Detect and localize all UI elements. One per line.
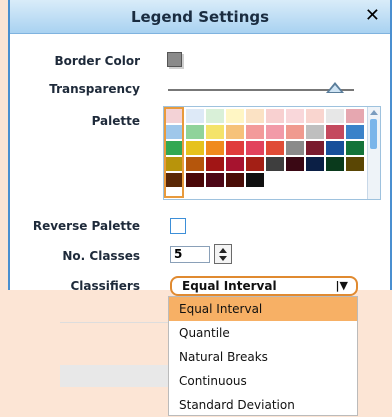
transparency-label: Transparency <box>49 82 140 96</box>
palette-label: Palette <box>91 114 140 128</box>
palette-swatch[interactable] <box>306 141 324 155</box>
palette-swatch[interactable] <box>346 141 364 155</box>
palette-selection-highlight <box>164 107 184 198</box>
palette-scrollbar[interactable] <box>367 107 380 199</box>
dropdown-option-continuous[interactable]: Continuous <box>169 369 357 393</box>
palette-swatch[interactable] <box>226 141 244 155</box>
classifiers-label: Classifiers <box>70 279 140 293</box>
palette-swatch[interactable] <box>246 141 264 155</box>
no-classes-label: No. Classes <box>62 249 140 263</box>
background-divider <box>60 322 180 323</box>
background-band <box>60 365 180 387</box>
dropdown-option-equal-interval[interactable]: Equal Interval <box>169 297 357 321</box>
palette-swatch[interactable] <box>346 125 364 139</box>
dropdown-option-standard-deviation[interactable]: Standard Deviation <box>169 393 357 417</box>
palette-swatch[interactable] <box>286 157 304 171</box>
border-color-swatch[interactable] <box>167 52 182 67</box>
no-classes-stepper[interactable] <box>214 244 232 264</box>
palette-swatch[interactable] <box>326 141 344 155</box>
palette-swatch[interactable] <box>186 125 204 139</box>
palette-swatch[interactable] <box>266 109 284 123</box>
palette-swatch[interactable] <box>246 157 264 171</box>
dropdown-option-quantile[interactable]: Quantile <box>169 321 357 345</box>
classifiers-selected-value: Equal Interval <box>182 279 277 293</box>
palette-swatch[interactable] <box>186 109 204 123</box>
palette-swatch[interactable] <box>206 125 224 139</box>
palette-swatch[interactable] <box>266 157 284 171</box>
palette-swatch[interactable] <box>206 173 224 187</box>
stepper-down-icon[interactable] <box>219 256 227 261</box>
palette-grid[interactable] <box>166 109 364 187</box>
chevron-down-icon[interactable]: |▼ <box>336 279 348 292</box>
palette-swatch[interactable] <box>226 157 244 171</box>
dialog-titlebar[interactable]: Legend Settings ✕ <box>10 0 390 34</box>
dialog-title: Legend Settings <box>130 8 270 26</box>
palette-swatch[interactable] <box>286 125 304 139</box>
palette-swatch[interactable] <box>246 173 264 187</box>
palette-swatch[interactable] <box>306 109 324 123</box>
palette-swatch[interactable] <box>286 109 304 123</box>
palette-swatch[interactable] <box>226 173 244 187</box>
palette-swatch[interactable] <box>246 125 264 139</box>
classifiers-select[interactable]: Equal Interval |▼ <box>170 276 358 296</box>
palette-swatch[interactable] <box>286 141 304 155</box>
palette-swatch[interactable] <box>306 157 324 171</box>
transparency-slider-thumb[interactable] <box>326 82 345 93</box>
classifiers-dropdown-list: Equal Interval Quantile Natural Breaks C… <box>168 296 358 416</box>
palette-swatch[interactable] <box>266 125 284 139</box>
palette-picker[interactable] <box>163 106 381 200</box>
stepper-up-icon[interactable] <box>219 248 227 253</box>
no-classes-input[interactable]: 5 <box>170 246 210 263</box>
palette-swatch[interactable] <box>206 141 224 155</box>
palette-swatch[interactable] <box>326 157 344 171</box>
border-color-label: Border Color <box>54 54 140 68</box>
palette-swatch[interactable] <box>266 141 284 155</box>
palette-swatch[interactable] <box>186 173 204 187</box>
palette-swatch[interactable] <box>186 157 204 171</box>
palette-swatch[interactable] <box>346 157 364 171</box>
palette-swatch[interactable] <box>346 109 364 123</box>
reverse-palette-label: Reverse Palette <box>32 219 140 233</box>
palette-swatch[interactable] <box>186 141 204 155</box>
scroll-up-icon[interactable] <box>370 110 378 115</box>
scroll-thumb[interactable] <box>370 119 377 149</box>
palette-swatch[interactable] <box>246 109 264 123</box>
dropdown-option-natural-breaks[interactable]: Natural Breaks <box>169 345 357 369</box>
reverse-palette-checkbox[interactable] <box>170 218 186 234</box>
palette-swatch[interactable] <box>326 109 344 123</box>
close-icon[interactable]: ✕ <box>365 5 380 26</box>
palette-swatch[interactable] <box>226 109 244 123</box>
palette-swatch[interactable] <box>206 157 224 171</box>
palette-swatch[interactable] <box>206 109 224 123</box>
palette-swatch[interactable] <box>306 125 324 139</box>
palette-swatch[interactable] <box>326 125 344 139</box>
palette-swatch[interactable] <box>226 125 244 139</box>
